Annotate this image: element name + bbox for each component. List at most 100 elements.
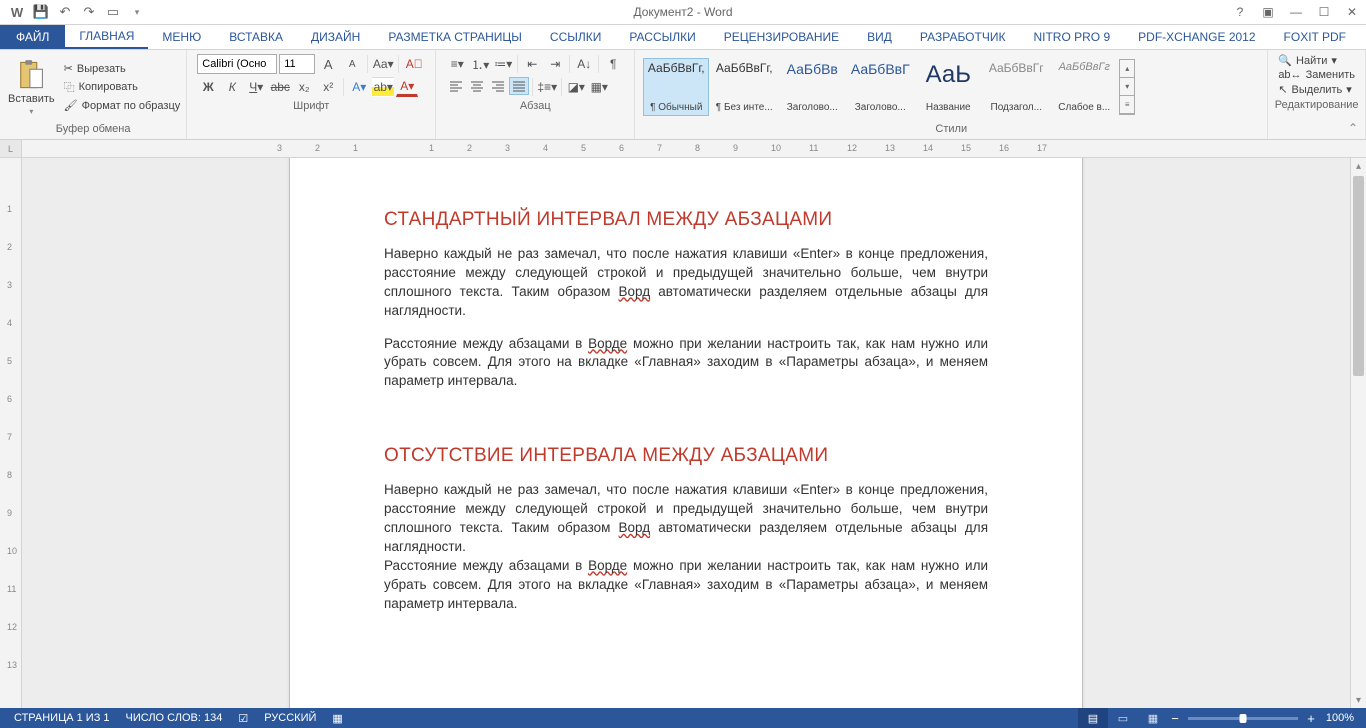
tab-nitro[interactable]: NITRO PRO 9 [1019,25,1124,49]
cut-button[interactable]: ✂Вырезать [62,61,183,76]
new-doc-icon[interactable]: ▭ [102,1,124,23]
tab-developer[interactable]: РАЗРАБОТЧИК [906,25,1020,49]
tab-mailings[interactable]: РАССЫЛКИ [615,25,709,49]
clear-formatting-icon[interactable]: A⃠ [403,54,425,74]
page[interactable]: СТАНДАРТНЫЙ ИНТЕРВАЛ МЕЖДУ АБЗАЦАМИ Наве… [289,158,1083,708]
tab-menu[interactable]: Меню [148,25,215,49]
show-marks-icon[interactable]: ¶ [602,54,624,74]
styles-more-icon[interactable]: ≡ [1120,96,1134,114]
view-print-icon[interactable]: ▤ [1078,708,1108,728]
indent-icon[interactable]: ⇥ [544,54,566,74]
underline-button[interactable]: Ч▾ [245,77,267,97]
editing-label: Редактирование [1272,98,1361,113]
status-page[interactable]: СТРАНИЦА 1 ИЗ 1 [6,712,118,724]
sort-icon[interactable]: A↓ [573,54,595,74]
zoom-out-button[interactable]: − [1168,711,1182,726]
ribbon-display-icon[interactable]: ▣ [1254,1,1282,23]
tab-foxit[interactable]: Foxit PDF [1270,25,1360,49]
line-spacing-icon[interactable]: ‡≡▾ [536,77,558,97]
highlight-icon[interactable]: ab▾ [372,77,394,97]
select-button[interactable]: ↖Выделить ▾ [1278,83,1355,96]
status-words[interactable]: ЧИСЛО СЛОВ: 134 [118,712,231,724]
status-language[interactable]: РУССКИЙ [256,712,324,724]
collapse-ribbon-icon[interactable]: ⌃ [1344,121,1362,135]
redo-icon[interactable]: ↷ [78,1,100,23]
tab-layout[interactable]: РАЗМЕТКА СТРАНИЦЫ [374,25,536,49]
tab-pdfxchange[interactable]: PDF-XChange 2012 [1124,25,1269,49]
style-heading1[interactable]: АаБбВвЗаголово... [779,58,845,116]
zoom-value[interactable]: 100% [1318,712,1360,724]
macro-icon[interactable]: ▦ [324,712,350,725]
italic-button[interactable]: К [221,77,243,97]
view-read-icon[interactable]: ▭ [1108,708,1138,728]
style-normal[interactable]: АаБбВвГг,¶ Обычный [643,58,709,116]
ruler-horizontal[interactable]: 3211234567891011121314151617 [22,140,1366,157]
outdent-icon[interactable]: ⇤ [521,54,543,74]
minimize-icon[interactable]: — [1282,1,1310,23]
maximize-icon[interactable]: ☐ [1310,1,1338,23]
numbering-icon[interactable]: ⒈▾ [469,54,491,74]
copy-button[interactable]: ⿻Копировать [62,78,183,96]
align-center-icon[interactable] [467,77,487,95]
font-color-icon[interactable]: A▾ [396,77,418,97]
save-icon[interactable]: 💾 [30,1,52,23]
zoom-thumb[interactable] [1240,714,1247,723]
paragraph-1: Наверно каждый не раз замечал, что после… [384,245,988,321]
shrink-font-icon[interactable]: A [341,54,363,74]
scroll-up-icon[interactable]: ▴ [1351,158,1366,174]
ruler-vertical[interactable]: 12345678910111213 [0,158,22,708]
multilevel-icon[interactable]: ≔▾ [492,54,514,74]
text-effects-icon[interactable]: A▾ [348,77,370,97]
subscript-button[interactable]: x₂ [293,77,315,97]
replace-button[interactable]: ab↔Заменить [1278,69,1355,81]
change-case-icon[interactable]: Aa▾ [372,54,394,74]
group-clipboard: Вставить ▾ ✂Вырезать ⿻Копировать 🖌Формат… [0,50,187,139]
paste-button[interactable]: Вставить ▾ [4,57,59,118]
style-emphasis[interactable]: АаБбВвГгСлабое в... [1051,58,1117,116]
zoom-in-button[interactable]: + [1304,711,1318,726]
close-icon[interactable]: ✕ [1338,1,1366,23]
borders-icon[interactable]: ▦▾ [588,77,610,97]
scroll-thumb[interactable] [1353,176,1364,376]
bullets-icon[interactable]: ≡▾ [446,54,468,74]
styles-up-icon[interactable]: ▴ [1120,60,1134,78]
tab-home[interactable]: ГЛАВНАЯ [65,25,148,49]
view-web-icon[interactable]: ▦ [1138,708,1168,728]
styles-down-icon[interactable]: ▾ [1120,78,1134,96]
tab-file[interactable]: ФАЙЛ [0,25,65,49]
grow-font-icon[interactable]: A [317,54,339,74]
style-title[interactable]: АаЬНазвание [915,58,981,116]
align-right-icon[interactable] [488,77,508,95]
scrollbar-vertical[interactable]: ▴ ▾ [1350,158,1366,708]
ribbon: Вставить ▾ ✂Вырезать ⿻Копировать 🖌Формат… [0,50,1366,140]
superscript-button[interactable]: x² [317,77,339,97]
zoom-slider[interactable] [1188,717,1298,720]
heading-2: ОТСУТСТВИЕ ИНТЕРВАЛА МЕЖДУ АБЗАЦАМИ [384,445,988,467]
proofing-icon[interactable]: ☑ [230,712,256,725]
ruler-corner[interactable]: L [0,140,22,157]
tab-references[interactable]: ССЫЛКИ [536,25,615,49]
tab-review[interactable]: РЕЦЕНЗИРОВАНИЕ [710,25,853,49]
style-subtitle[interactable]: АаБбВвГгПодзагол... [983,58,1049,116]
undo-icon[interactable]: ↶ [54,1,76,23]
style-heading2[interactable]: АаБбВвГЗаголово... [847,58,913,116]
heading-1: СТАНДАРТНЫЙ ИНТЕРВАЛ МЕЖДУ АБЗАЦАМИ [384,209,988,231]
shading-icon[interactable]: ◪▾ [565,77,587,97]
qa-customize-icon[interactable]: ▾ [126,1,148,23]
find-button[interactable]: 🔍Найти ▾ [1278,54,1355,67]
bold-button[interactable]: Ж [197,77,219,97]
tab-design[interactable]: ДИЗАЙН [297,25,374,49]
help-icon[interactable]: ? [1226,1,1254,23]
font-size-input[interactable] [279,54,315,74]
strikethrough-button[interactable]: abc [269,77,291,97]
font-name-input[interactable] [197,54,277,74]
align-justify-icon[interactable] [509,77,529,95]
tab-view[interactable]: ВИД [853,25,906,49]
format-painter-button[interactable]: 🖌Формат по образцу [62,98,183,113]
clipboard-label: Буфер обмена [4,122,182,137]
tab-insert[interactable]: ВСТАВКА [215,25,297,49]
style-nospace[interactable]: АаБбВвГг,¶ Без инте... [711,58,777,116]
document-canvas[interactable]: СТАНДАРТНЫЙ ИНТЕРВАЛ МЕЖДУ АБЗАЦАМИ Наве… [22,158,1350,708]
scroll-down-icon[interactable]: ▾ [1351,692,1366,708]
align-left-icon[interactable] [446,77,466,95]
